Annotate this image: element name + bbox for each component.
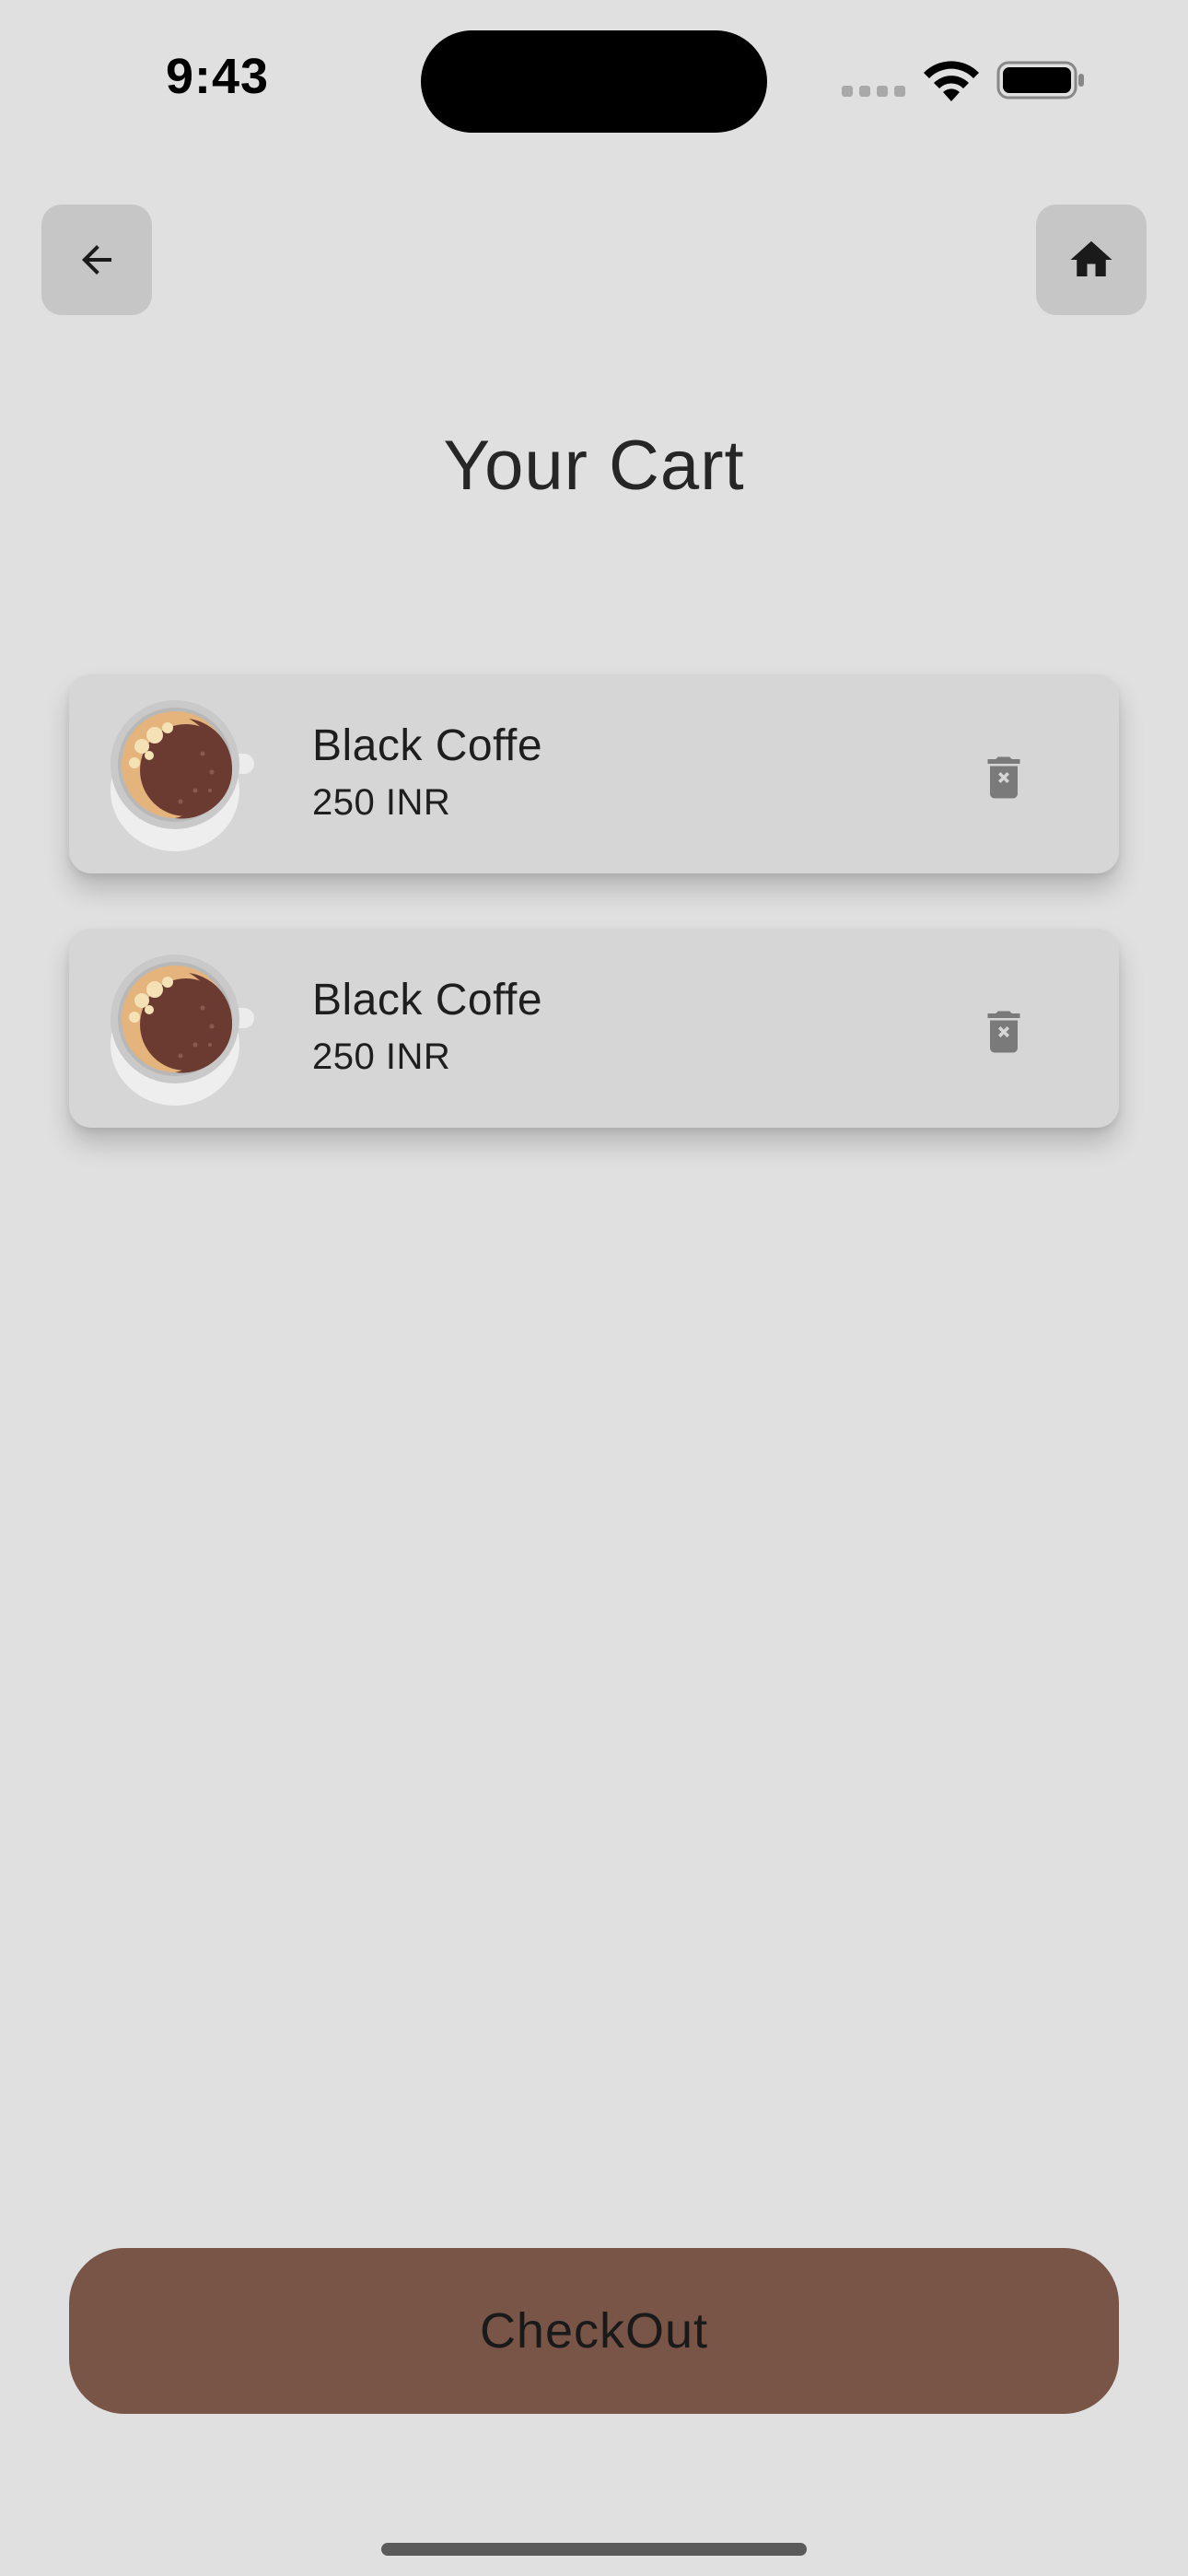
item-price: 250 INR: [312, 1036, 451, 1077]
home-indicator[interactable]: [381, 2543, 807, 2556]
back-button[interactable]: [41, 205, 152, 315]
arrow-left-icon: [82, 245, 111, 275]
status-bar: 9:43: [0, 0, 1188, 166]
coffee-cup-icon: [111, 954, 254, 1106]
delete-item-button[interactable]: [967, 995, 1041, 1069]
status-time: 9:43: [166, 49, 270, 104]
page-title: Your Cart: [443, 427, 745, 505]
home-icon: [1070, 240, 1112, 276]
battery-icon: [996, 61, 1084, 100]
home-button[interactable]: [1036, 205, 1147, 315]
cart-list: Black Coffe 250 INR Black Coffe 250 INR: [69, 674, 1119, 1183]
item-name: Black Coffe: [312, 721, 543, 770]
delete-icon: [987, 756, 1020, 799]
wifi-icon: [924, 61, 979, 101]
dynamic-island: [421, 30, 767, 133]
coffee-cup-icon: [111, 700, 254, 851]
cellular-signal-icon: [842, 86, 905, 97]
checkout-button[interactable]: CheckOut: [69, 2248, 1119, 2414]
cart-item: Black Coffe 250 INR: [69, 674, 1119, 873]
item-price: 250 INR: [312, 782, 451, 823]
delete-icon: [987, 1011, 1020, 1053]
cart-item: Black Coffe 250 INR: [69, 929, 1119, 1128]
delete-item-button[interactable]: [967, 741, 1041, 814]
item-name: Black Coffe: [312, 976, 543, 1025]
